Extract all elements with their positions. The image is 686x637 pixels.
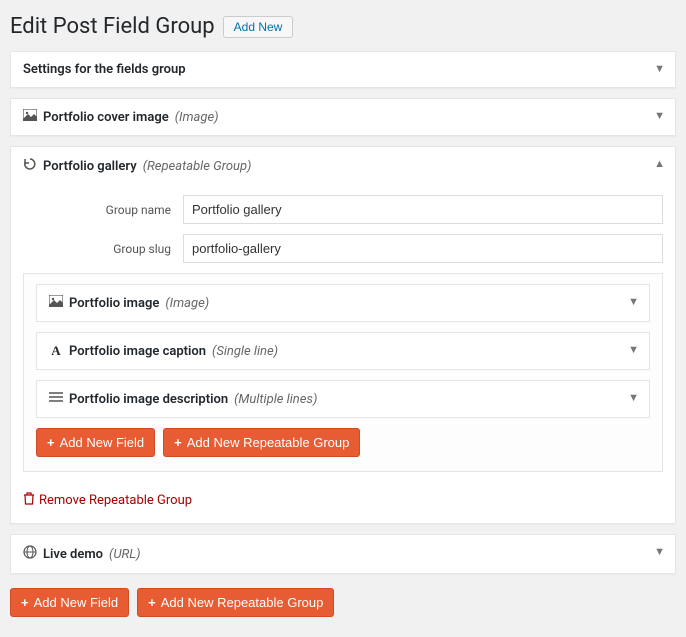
nested-caption-title: Portfolio image caption — [69, 344, 206, 359]
add-group-label: Add New Repeatable Group — [161, 595, 324, 610]
add-group-nested-label: Add New Repeatable Group — [187, 435, 350, 450]
caret-down-icon: ▼ — [628, 343, 639, 356]
nested-caption-type: (Single line) — [212, 344, 278, 359]
trash-icon — [23, 492, 35, 509]
plus-icon: + — [174, 435, 182, 450]
repeat-icon — [23, 157, 37, 175]
caret-down-icon: ▼ — [654, 545, 665, 558]
plus-icon: + — [148, 595, 156, 610]
image-icon — [49, 295, 63, 311]
globe-icon — [23, 545, 37, 563]
group-slug-input[interactable] — [183, 234, 663, 263]
add-new-button[interactable]: Add New — [223, 16, 294, 38]
plus-icon: + — [47, 435, 55, 450]
panel-live-demo[interactable]: Live demo (URL) ▼ — [10, 534, 676, 574]
panel-gallery: Portfolio gallery (Repeatable Group) ▲ G… — [10, 146, 676, 524]
panel-settings-title: Settings for the fields group — [23, 62, 186, 77]
panel-gallery-type: (Repeatable Group) — [143, 159, 252, 174]
remove-group-link[interactable]: Remove Repeatable Group — [23, 492, 192, 509]
add-field-button[interactable]: + Add New Field — [10, 588, 129, 617]
caret-up-icon: ▲ — [654, 157, 665, 170]
page-title: Edit Post Field Group — [10, 14, 215, 39]
panel-settings[interactable]: Settings for the fields group ▼ — [10, 51, 676, 88]
group-name-label: Group name — [23, 203, 183, 217]
remove-group-label: Remove Repeatable Group — [39, 493, 192, 508]
panel-gallery-header[interactable]: Portfolio gallery (Repeatable Group) — [11, 147, 675, 185]
caret-down-icon: ▼ — [654, 109, 665, 122]
caret-down-icon: ▼ — [654, 62, 665, 75]
nested-description-title: Portfolio image description — [69, 392, 228, 407]
nested-image-type: (Image) — [165, 296, 209, 311]
nested-description-type: (Multiple lines) — [234, 392, 317, 407]
lines-icon — [49, 391, 63, 407]
panel-nested-description[interactable]: Portfolio image description (Multiple li… — [36, 380, 650, 418]
plus-icon: + — [21, 595, 29, 610]
nested-fields-group: Portfolio image (Image) ▼ A Portfolio im… — [23, 273, 663, 472]
add-group-button[interactable]: + Add New Repeatable Group — [137, 588, 334, 617]
nested-image-title: Portfolio image — [69, 296, 159, 311]
group-name-input[interactable] — [183, 195, 663, 224]
panel-live-demo-type: (URL) — [109, 547, 140, 562]
panel-cover-image-title: Portfolio cover image — [43, 110, 169, 125]
add-field-label: Add New Field — [34, 595, 119, 610]
panel-live-demo-title: Live demo — [43, 547, 103, 562]
panel-cover-image-type: (Image) — [175, 110, 219, 125]
add-group-nested-button[interactable]: + Add New Repeatable Group — [163, 428, 360, 457]
panel-cover-image[interactable]: Portfolio cover image (Image) ▼ — [10, 98, 676, 136]
panel-gallery-title: Portfolio gallery — [43, 159, 137, 174]
caret-down-icon: ▼ — [628, 295, 639, 308]
panel-nested-image[interactable]: Portfolio image (Image) ▼ — [36, 284, 650, 322]
panel-nested-caption[interactable]: A Portfolio image caption (Single line) … — [36, 332, 650, 370]
group-slug-label: Group slug — [23, 242, 183, 256]
add-field-nested-label: Add New Field — [60, 435, 145, 450]
image-icon — [23, 109, 37, 125]
caret-down-icon: ▼ — [628, 391, 639, 404]
add-field-nested-button[interactable]: + Add New Field — [36, 428, 155, 457]
text-icon: A — [49, 343, 63, 359]
